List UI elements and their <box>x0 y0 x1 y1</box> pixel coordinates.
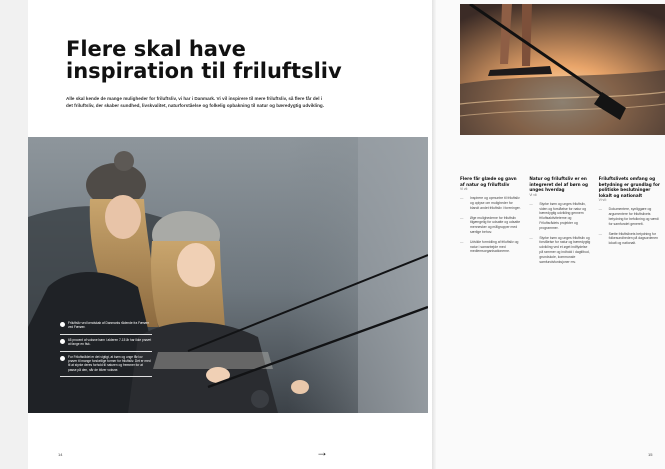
page-number-left: 14 <box>58 452 63 457</box>
list-item-text: Styrke børn og unges friluftsliv og fors… <box>539 235 591 264</box>
column-subtitle: Vi vil: <box>529 192 538 197</box>
fact-text: Friluftsliv ved kendskab af Danmarks råd… <box>68 321 149 330</box>
list-item: — Inspirere og opmuntre til friluftsliv o… <box>460 196 521 210</box>
paddleboard-illustration <box>460 4 665 135</box>
goal-column: Flere får glæde og gavn af natur og fril… <box>460 176 521 269</box>
fact-text: For Friluftsrådet er det vigtigt, at bør… <box>68 354 151 372</box>
dash-icon: — <box>529 201 533 206</box>
list-item: — Styrke børn og unges friluftsliv, viden… <box>529 202 590 231</box>
column-subtitle: Vi vil: <box>460 187 469 192</box>
fact-item: 65 procent af voksne børn i alderen 7-15… <box>60 335 152 352</box>
page-title: Flere skal have inspiration til frilufts… <box>66 38 342 82</box>
list-item-text: Dokumentere, synliggøre og argumentere f… <box>608 207 659 226</box>
fact-item: Friluftsliv ved kendskab af Danmarks råd… <box>60 318 152 335</box>
fact-text: 65 procent af voksne børn i alderen 7-15… <box>68 337 152 347</box>
list-item: — Styrke børn og unges friluftsliv og for… <box>529 236 590 265</box>
list-item: — Øge mulighederne for friluftsliv tilgæn… <box>460 216 521 235</box>
intro-paragraph: Alle skal kende de mange muligheder for … <box>66 95 324 108</box>
facts-list: Friluftsliv ved kendskab af Danmarks råd… <box>60 318 152 378</box>
goal-column: Natur og friluftsliv er en integreret de… <box>529 176 590 269</box>
column-title: Flere får glæde og gavn af natur og fril… <box>460 176 517 187</box>
goal-column: Friluftslivets omfang og betydning er gr… <box>599 176 660 269</box>
list-item-text: Øge mulighederne for friluftsliv tilgæng… <box>470 215 521 234</box>
paddleboard-photo <box>460 4 665 135</box>
dash-icon: — <box>598 231 603 236</box>
dash-icon: — <box>598 207 603 212</box>
dash-icon: — <box>529 235 533 240</box>
dash-icon: — <box>460 215 464 220</box>
title-line-2: inspiration til friluftsliv <box>66 59 342 83</box>
list-item-text: Sætte friluftslivets betydning for folke… <box>608 231 659 246</box>
info-icon <box>60 355 65 361</box>
list-item-text: Udvikle formidling af friluftsliv og nat… <box>470 239 519 254</box>
globe-icon <box>60 338 65 344</box>
dash-icon: — <box>460 196 464 201</box>
list-item: — Udvikle formidling af friluftsliv og na… <box>460 240 521 254</box>
page-number-right: 15 <box>648 452 653 457</box>
goal-columns: Flere får glæde og gavn af natur og fril… <box>460 176 660 269</box>
list-item: — Dokumentere, synliggøre og argumentere … <box>599 207 660 226</box>
dash-icon: — <box>460 239 464 244</box>
list-item-text: Inspirere og opmuntre til friluftsliv og… <box>470 196 521 210</box>
fact-item: For Friluftsrådet er det vigtigt, at bør… <box>60 352 152 378</box>
title-line-1: Flere skal have <box>66 37 246 61</box>
next-page-arrow-icon[interactable]: → <box>316 446 328 458</box>
column-title: Natur og friluftsliv er en integreret de… <box>529 176 588 193</box>
list-item-text: Styrke børn og unges friluftsliv, viden … <box>539 201 587 230</box>
location-pin-icon <box>60 322 65 327</box>
column-subtitle: Vi vil: <box>598 198 607 203</box>
column-title: Friluftslivets omfang og betydning er gr… <box>598 176 660 198</box>
list-item: — Sætte friluftslivets betydning for folk… <box>599 232 660 246</box>
